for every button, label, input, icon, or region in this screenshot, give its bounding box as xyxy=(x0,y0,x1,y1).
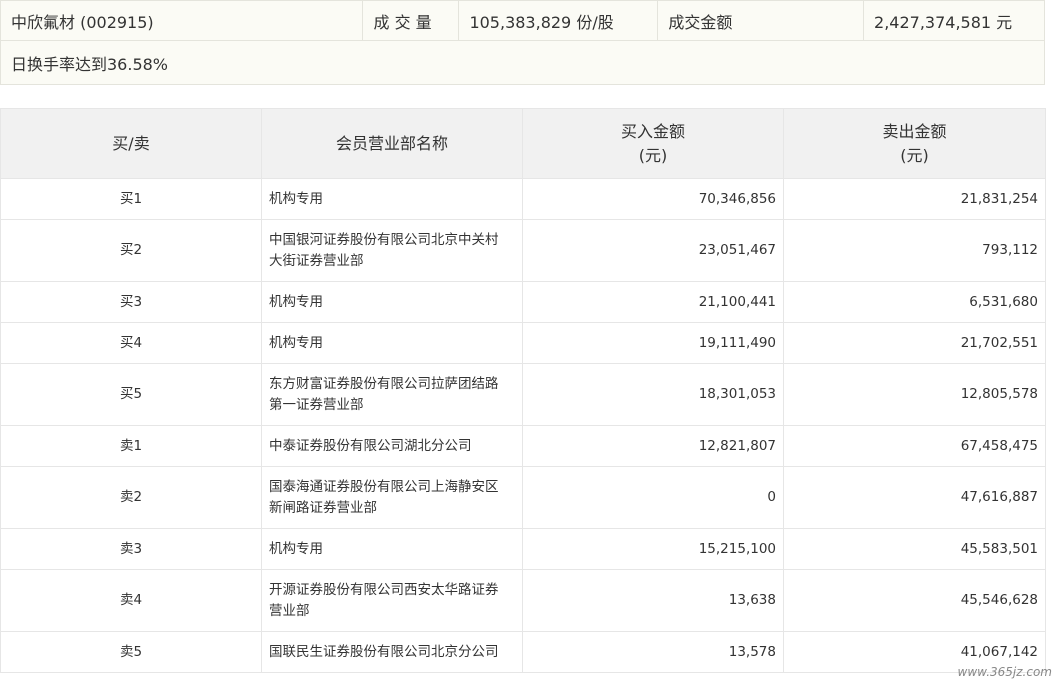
row-name: 机构专用 xyxy=(261,322,523,364)
row-name: 中泰证券股份有限公司湖北分公司 xyxy=(261,425,523,467)
row-name: 东方财富证券股份有限公司拉萨团结路 第一证券营业部 xyxy=(261,363,523,426)
row-name-line1: 开源证券股份有限公司西安太华路证券 xyxy=(269,581,499,598)
row-side: 卖2 xyxy=(0,466,262,529)
table-row: 买5 东方财富证券股份有限公司拉萨团结路 第一证券营业部 18,301,053 1… xyxy=(0,363,1046,426)
table-row: 买2 中国银河证券股份有限公司北京中关村 大街证券营业部 23,051,467 7… xyxy=(0,219,1046,282)
trading-table: 买/卖 会员营业部名称 买入金额 (元) 卖出金额 (元) 买1 机构专用 70,3… xyxy=(0,108,1046,673)
row-name: 机构专用 xyxy=(261,281,523,323)
header-side: 买/卖 xyxy=(0,108,262,179)
header-name: 会员营业部名称 xyxy=(261,108,523,179)
turnover-note: 日换手率达到36.58% xyxy=(0,40,1045,85)
row-side: 买3 xyxy=(0,281,262,323)
row-name-line1: 国泰海通证券股份有限公司上海静安区 xyxy=(269,478,499,495)
row-buy: 21,100,441 xyxy=(522,281,784,323)
row-name: 机构专用 xyxy=(261,178,523,220)
row-name: 机构专用 xyxy=(261,528,523,570)
table-row: 买3 机构专用 21,100,441 6,531,680 xyxy=(0,281,1046,323)
header-buy-line1: 买入金额 xyxy=(620,121,685,141)
row-buy: 70,346,856 xyxy=(522,178,784,220)
row-name-line1: 机构专用 xyxy=(269,540,323,557)
table-row: 卖3 机构专用 15,215,100 45,583,501 xyxy=(0,528,1046,570)
row-sell: 67,458,475 xyxy=(783,425,1046,467)
row-side: 卖1 xyxy=(0,425,262,467)
row-buy: 23,051,467 xyxy=(522,219,784,282)
row-buy: 13,638 xyxy=(522,569,784,632)
row-name-line2: 大街证券营业部 xyxy=(269,252,364,269)
row-buy: 12,821,807 xyxy=(522,425,784,467)
table-row: 买4 机构专用 19,111,490 21,702,551 xyxy=(0,322,1046,364)
row-name-line2: 营业部 xyxy=(269,602,310,619)
row-name-line1: 机构专用 xyxy=(269,293,323,310)
row-buy: 0 xyxy=(522,466,784,529)
amount-label: 成交金额 xyxy=(657,0,865,41)
row-sell: 21,831,254 xyxy=(783,178,1046,220)
volume-value: 105,383,829 份/股 xyxy=(458,0,659,41)
header-buy: 买入金额 (元) xyxy=(522,108,784,179)
header-sell-line1: 卖出金额 xyxy=(882,121,947,141)
row-buy: 15,215,100 xyxy=(522,528,784,570)
row-name: 中国银河证券股份有限公司北京中关村 大街证券营业部 xyxy=(261,219,523,282)
row-name: 国泰海通证券股份有限公司上海静安区 新闸路证券营业部 xyxy=(261,466,523,529)
row-sell: 47,616,887 xyxy=(783,466,1046,529)
row-name-line1: 中国银河证券股份有限公司北京中关村 xyxy=(269,231,499,248)
row-name-line2: 新闸路证券营业部 xyxy=(269,499,377,516)
header-sell: 卖出金额 (元) xyxy=(783,108,1046,179)
row-name-line1: 机构专用 xyxy=(269,190,323,207)
row-sell: 21,702,551 xyxy=(783,322,1046,364)
row-side: 买2 xyxy=(0,219,262,282)
table-header: 买/卖 会员营业部名称 买入金额 (元) 卖出金额 (元) xyxy=(0,108,1046,179)
table-row: 买1 机构专用 70,346,856 21,831,254 xyxy=(0,178,1046,220)
row-name-line1: 中泰证券股份有限公司湖北分公司 xyxy=(269,437,472,454)
row-side: 买4 xyxy=(0,322,262,364)
table-row: 卖5 国联民生证券股份有限公司北京分公司 13,578 41,067,142 xyxy=(0,631,1046,673)
amount-value: 2,427,374,581 元 xyxy=(863,0,1045,41)
row-sell: 45,546,628 xyxy=(783,569,1046,632)
header-sell-line2: (元) xyxy=(900,145,929,165)
row-name: 国联民生证券股份有限公司北京分公司 xyxy=(261,631,523,673)
row-name-line1: 国联民生证券股份有限公司北京分公司 xyxy=(269,643,499,660)
row-side: 买1 xyxy=(0,178,262,220)
row-sell: 12,805,578 xyxy=(783,363,1046,426)
row-name-line1: 东方财富证券股份有限公司拉萨团结路 xyxy=(269,375,499,392)
row-buy: 13,578 xyxy=(522,631,784,673)
row-name-line1: 机构专用 xyxy=(269,334,323,351)
row-sell: 6,531,680 xyxy=(783,281,1046,323)
summary-note-row: 日换手率达到36.58% xyxy=(0,40,1045,85)
row-side: 卖4 xyxy=(0,569,262,632)
table-row: 卖2 国泰海通证券股份有限公司上海静安区 新闸路证券营业部 0 47,616,88… xyxy=(0,466,1046,529)
row-buy: 18,301,053 xyxy=(522,363,784,426)
table-row: 卖4 开源证券股份有限公司西安太华路证券 营业部 13,638 45,546,62… xyxy=(0,569,1046,632)
volume-label: 成 交 量 xyxy=(362,0,460,41)
header-buy-line2: (元) xyxy=(638,145,668,165)
row-name: 开源证券股份有限公司西安太华路证券 营业部 xyxy=(261,569,523,632)
stock-name: 中欣氟材 (002915) xyxy=(0,0,364,41)
row-side: 卖5 xyxy=(0,631,262,673)
summary-table: 中欣氟材 (002915) 成 交 量 105,383,829 份/股 成交金额… xyxy=(0,0,1045,85)
table-row: 卖1 中泰证券股份有限公司湖北分公司 12,821,807 67,458,475 xyxy=(0,425,1046,467)
row-side: 卖3 xyxy=(0,528,262,570)
summary-row: 中欣氟材 (002915) 成 交 量 105,383,829 份/股 成交金额… xyxy=(0,0,1045,41)
row-name-line2: 第一证券营业部 xyxy=(269,396,364,413)
watermark: www.365jz.com xyxy=(957,665,1052,679)
row-sell: 793,112 xyxy=(783,219,1046,282)
row-sell: 45,583,501 xyxy=(783,528,1046,570)
row-side: 买5 xyxy=(0,363,262,426)
row-buy: 19,111,490 xyxy=(522,322,784,364)
